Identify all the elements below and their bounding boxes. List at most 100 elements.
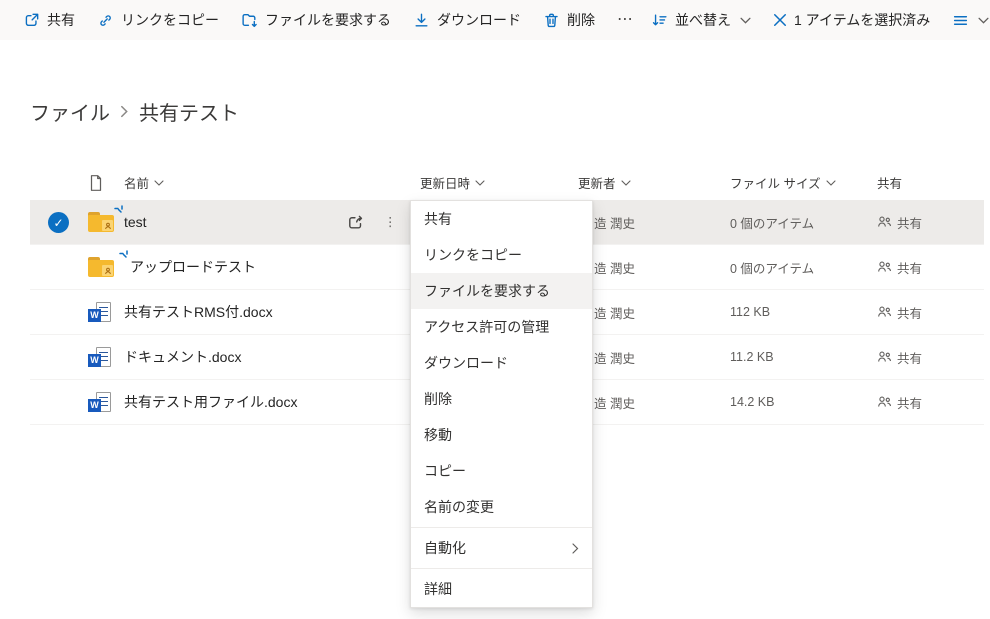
sharing-label: 共有 bbox=[897, 213, 922, 232]
modified-column-header[interactable]: 更新日時 bbox=[420, 165, 485, 200]
menu-item-copy[interactable]: コピー bbox=[411, 453, 592, 489]
file-name[interactable]: test bbox=[124, 200, 147, 244]
menu-item-label: 移動 bbox=[424, 425, 452, 445]
delete-icon bbox=[543, 12, 560, 29]
file-name[interactable]: 共有テスト用ファイル.docx bbox=[124, 380, 297, 424]
chevron-down-icon bbox=[154, 180, 164, 186]
sort-icon bbox=[651, 12, 668, 29]
request-files-button[interactable]: ファイルを要求する bbox=[232, 4, 400, 36]
sharing-status[interactable]: 共有 bbox=[877, 335, 922, 379]
menu-item-manage-access[interactable]: アクセス許可の管理 bbox=[411, 309, 592, 345]
modified-by-value: 造 潤史 bbox=[594, 245, 635, 289]
share-button-label: 共有 bbox=[47, 10, 75, 30]
menu-item-download[interactable]: ダウンロード bbox=[411, 345, 592, 381]
file-type-column-header[interactable] bbox=[88, 165, 104, 200]
people-icon bbox=[877, 395, 892, 409]
menu-item-details[interactable]: 詳細 bbox=[411, 571, 592, 607]
table-header: 名前 更新日時 更新者 ファイル サイズ 共有 bbox=[0, 165, 990, 200]
share-icon bbox=[23, 12, 40, 29]
file-size-column-label: ファイル サイズ bbox=[730, 173, 821, 192]
request-files-icon bbox=[241, 12, 258, 29]
delete-button-label: 削除 bbox=[567, 10, 595, 30]
file-size-column-header[interactable]: ファイル サイズ bbox=[730, 165, 836, 200]
people-icon bbox=[877, 305, 892, 319]
modified-by-value: 造 潤史 bbox=[594, 290, 635, 334]
menu-item-label: ダウンロード bbox=[424, 353, 508, 373]
row-share-icon[interactable] bbox=[346, 200, 365, 244]
menu-item-label: 自動化 bbox=[424, 538, 466, 558]
item-context-menu: 共有 リンクをコピー ファイルを要求する アクセス許可の管理 ダウンロード 削除… bbox=[410, 200, 593, 608]
copy-link-button-label: リンクをコピー bbox=[121, 10, 219, 30]
file-size-value: 0 個のアイテム bbox=[730, 200, 814, 244]
breadcrumb-files-link[interactable]: ファイル bbox=[30, 97, 110, 126]
file-size-value: 14.2 KB bbox=[730, 380, 774, 424]
file-name[interactable]: ドキュメント.docx bbox=[124, 335, 241, 379]
download-icon bbox=[413, 12, 430, 29]
modified-by-value: 造 潤史 bbox=[594, 335, 635, 379]
menu-item-move[interactable]: 移動 bbox=[411, 417, 592, 453]
row-more-actions-icon[interactable]: ⋮ bbox=[384, 200, 397, 244]
menu-item-delete[interactable]: 削除 bbox=[411, 381, 592, 417]
more-commands-button[interactable]: ⋯ bbox=[608, 10, 642, 30]
menu-item-share[interactable]: 共有 bbox=[411, 201, 592, 237]
sort-button[interactable]: 並べ替え bbox=[642, 4, 760, 36]
more-icon: ⋯ bbox=[617, 16, 633, 24]
chevron-down-icon bbox=[475, 180, 485, 186]
clear-selection-button[interactable]: 1 アイテムを選択済み bbox=[764, 4, 939, 36]
menu-item-label: 削除 bbox=[424, 389, 452, 409]
menu-item-label: アクセス許可の管理 bbox=[424, 317, 549, 337]
sharing-label: 共有 bbox=[897, 258, 922, 277]
menu-item-request-files[interactable]: ファイルを要求する bbox=[411, 273, 592, 309]
sharing-status[interactable]: 共有 bbox=[877, 245, 922, 289]
word-document-icon: W bbox=[88, 290, 111, 334]
link-icon bbox=[97, 12, 114, 29]
file-name[interactable]: 共有テストRMS付.docx bbox=[124, 290, 273, 334]
menu-item-rename[interactable]: 名前の変更 bbox=[411, 489, 592, 525]
modified-column-label: 更新日時 bbox=[420, 173, 470, 192]
sharing-column-label: 共有 bbox=[877, 173, 902, 192]
request-files-button-label: ファイルを要求する bbox=[265, 10, 391, 30]
modified-by-value: 造 潤史 bbox=[594, 380, 635, 424]
view-list-icon bbox=[952, 12, 969, 29]
people-icon bbox=[877, 350, 892, 364]
modified-by-column-header[interactable]: 更新者 bbox=[578, 165, 631, 200]
menu-separator bbox=[411, 527, 592, 528]
people-icon bbox=[877, 260, 892, 274]
sharing-status[interactable]: 共有 bbox=[877, 290, 922, 334]
sharing-status[interactable]: 共有 bbox=[877, 200, 922, 244]
modified-by-column-label: 更新者 bbox=[578, 173, 616, 192]
people-icon bbox=[877, 215, 892, 229]
sharing-status[interactable]: 共有 bbox=[877, 380, 922, 424]
page-icon bbox=[88, 174, 104, 192]
view-options-button[interactable] bbox=[943, 6, 990, 35]
chevron-down-icon bbox=[621, 180, 631, 186]
menu-item-automate[interactable]: 自動化 bbox=[411, 530, 592, 566]
chevron-down-icon bbox=[978, 17, 989, 24]
delete-button[interactable]: 削除 bbox=[534, 4, 604, 36]
share-button[interactable]: 共有 bbox=[14, 4, 84, 36]
menu-separator bbox=[411, 568, 592, 569]
menu-item-label: 名前の変更 bbox=[424, 497, 494, 517]
command-bar: 共有 リンクをコピー ファイルを要求する bbox=[0, 0, 990, 40]
menu-item-label: リンクをコピー bbox=[424, 245, 522, 265]
sharing-column-header[interactable]: 共有 bbox=[877, 165, 902, 200]
breadcrumb: ファイル 共有テスト bbox=[30, 97, 239, 126]
file-size-value: 0 個のアイテム bbox=[730, 245, 814, 289]
sharing-label: 共有 bbox=[897, 348, 922, 367]
name-column-header[interactable]: 名前 bbox=[124, 165, 164, 200]
name-column-label: 名前 bbox=[124, 173, 149, 192]
download-button[interactable]: ダウンロード bbox=[404, 4, 530, 36]
shared-folder-icon bbox=[88, 200, 114, 244]
sort-button-label: 並べ替え bbox=[675, 10, 731, 30]
selected-checkmark-icon[interactable]: ✓ bbox=[48, 212, 69, 233]
modified-by-value: 造 潤史 bbox=[594, 200, 635, 244]
menu-item-label: 共有 bbox=[424, 209, 452, 229]
sharing-label: 共有 bbox=[897, 393, 922, 412]
shared-folder-icon bbox=[88, 245, 114, 289]
file-name[interactable]: アップロードテスト bbox=[130, 245, 256, 289]
copy-link-button[interactable]: リンクをコピー bbox=[88, 4, 228, 36]
menu-item-copy-link[interactable]: リンクをコピー bbox=[411, 237, 592, 273]
file-size-value: 11.2 KB bbox=[730, 335, 774, 379]
word-document-icon: W bbox=[88, 335, 111, 379]
file-size-value: 112 KB bbox=[730, 290, 770, 334]
